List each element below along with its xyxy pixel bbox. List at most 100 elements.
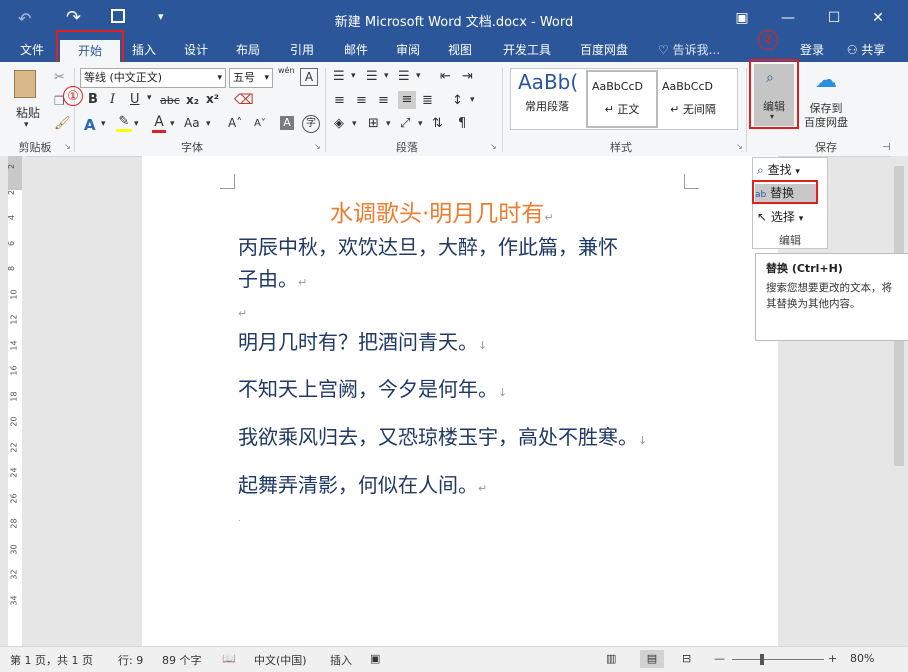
poem-line[interactable]: 子由。↵ — [238, 263, 307, 292]
change-case-button[interactable]: Aa — [184, 116, 200, 130]
document-title[interactable]: 水调歌头·明月几时有↵ — [330, 194, 554, 228]
clear-formatting-icon[interactable]: ⌫ — [234, 92, 254, 108]
shading-icon[interactable]: ◈ — [334, 116, 344, 131]
increase-indent-icon[interactable]: ⇥ — [462, 69, 473, 84]
borders-icon[interactable]: ⊞ — [368, 116, 379, 131]
subscript-button[interactable]: x₂ — [186, 93, 199, 107]
change-case-dropdown-icon[interactable]: ▾ — [206, 119, 211, 129]
chinese-layout-icon[interactable]: ⤢ — [400, 116, 410, 131]
highlight-dropdown-icon[interactable]: ▾ — [134, 119, 139, 129]
style-body-text[interactable]: AaBbCcD ↵ 正文 — [586, 70, 658, 128]
poem-line[interactable]: 明月几时有？把酒问青天。↓ — [238, 326, 487, 355]
font-launcher-icon[interactable]: ↘ — [314, 142, 321, 151]
format-painter-icon[interactable]: 🖌 — [54, 116, 71, 131]
decrease-indent-icon[interactable]: ⇤ — [440, 69, 451, 84]
underline-dropdown-icon[interactable]: ▾ — [147, 93, 152, 103]
strikethrough-button[interactable]: abc — [160, 94, 180, 107]
numbering-icon[interactable]: ☰ — [366, 69, 378, 84]
vertical-scrollbar[interactable] — [890, 156, 908, 646]
maximize-button[interactable]: ☐ — [822, 8, 846, 28]
line-spacing-icon[interactable]: ↕ — [452, 93, 463, 108]
poem-line[interactable]: 起舞弄清影，何似在人间。↵ — [238, 469, 487, 498]
shrink-font-button[interactable]: A˅ — [254, 118, 266, 129]
multilevel-list-icon[interactable]: ☰ — [398, 69, 410, 84]
font-name-select[interactable]: 等线 (中文正文) ▾ — [80, 68, 226, 88]
superscript-button[interactable]: x² — [206, 92, 219, 106]
tell-me-box[interactable]: ♡ 告诉我... — [654, 38, 724, 62]
borders-dropdown-icon[interactable]: ▾ — [386, 119, 391, 129]
chinese-layout-dropdown-icon[interactable]: ▾ — [418, 119, 423, 129]
font-size-select[interactable]: 五号 ▾ — [229, 68, 273, 88]
ribbon-display-options-icon[interactable]: ▣ — [730, 8, 754, 28]
underline-button[interactable]: U — [130, 92, 140, 107]
poem-line[interactable]: 我欲乘风归去，又恐琼楼玉宇，高处不胜寒。↓ — [238, 421, 647, 450]
char-border-icon[interactable]: A — [300, 68, 318, 86]
bold-button[interactable]: B — [88, 92, 98, 107]
font-color-dropdown-icon[interactable]: ▾ — [170, 119, 175, 129]
zoom-in-icon[interactable]: + — [828, 652, 837, 665]
tab-developer[interactable]: 开发工具 — [496, 38, 558, 62]
align-left-icon[interactable]: ≡ — [334, 93, 345, 108]
tab-review[interactable]: 审阅 — [390, 38, 426, 62]
sort-icon[interactable]: ⇅ — [432, 116, 443, 131]
cut-icon[interactable]: ✂ — [54, 70, 65, 85]
styles-launcher-icon[interactable]: ↘ — [736, 142, 743, 151]
justify-icon[interactable]: ≡ — [398, 91, 416, 109]
proofing-icon[interactable]: 📖 — [222, 652, 236, 665]
line-spacing-dropdown-icon[interactable]: ▾ — [470, 95, 475, 105]
zoom-out-icon[interactable]: — — [714, 652, 725, 665]
read-mode-icon[interactable]: ▥ — [606, 652, 616, 665]
tab-design[interactable]: 设计 — [178, 38, 214, 62]
web-layout-icon[interactable]: ⊟ — [682, 652, 691, 665]
macro-record-icon[interactable]: ▣ — [370, 652, 380, 665]
pin-ribbon-icon[interactable]: ⊣ — [882, 142, 891, 153]
bullets-icon[interactable]: ☰ — [333, 69, 345, 84]
zoom-slider-thumb[interactable] — [760, 654, 764, 665]
empty-paragraph[interactable]: ↵ — [238, 298, 247, 322]
tab-layout[interactable]: 布局 — [230, 38, 266, 62]
enclose-characters-icon[interactable]: 字 — [302, 115, 320, 133]
find-menu-item[interactable]: ⌕ 查找 ▾ — [757, 161, 823, 179]
align-center-icon[interactable]: ≡ — [356, 93, 367, 108]
font-color-icon[interactable]: A — [152, 114, 166, 133]
language[interactable]: 中文(中国) — [254, 652, 307, 668]
login-link[interactable]: 登录 — [794, 38, 830, 62]
distributed-align-icon[interactable]: ≣ — [422, 93, 433, 108]
tab-baidu-netdisk[interactable]: 百度网盘 — [574, 38, 634, 62]
save-to-baidu-button[interactable]: 保存到 百度网盘 — [800, 102, 852, 130]
tab-references[interactable]: 引用 — [284, 38, 320, 62]
tab-insert[interactable]: 插入 — [126, 38, 162, 62]
insert-mode[interactable]: 插入 — [330, 652, 352, 668]
style-normal-paragraph[interactable]: AaBb( 常用段落 — [512, 70, 582, 126]
numbering-dropdown-icon[interactable]: ▾ — [384, 71, 389, 81]
page-count[interactable]: 第 1 页，共 1 页 — [10, 652, 93, 668]
text-effects-icon[interactable]: A — [84, 116, 96, 134]
tab-view[interactable]: 视图 — [442, 38, 478, 62]
word-count[interactable]: 89 个字 — [162, 652, 202, 668]
italic-button[interactable]: I — [110, 92, 115, 107]
select-menu-item[interactable]: ↖ 选择 ▾ — [757, 208, 823, 226]
clipboard-launcher-icon[interactable]: ↘ — [64, 142, 71, 151]
tab-mailings[interactable]: 邮件 — [338, 38, 374, 62]
poem-line[interactable]: 不知天上宫阙，今夕是何年。↓ — [238, 373, 507, 402]
phonetic-guide-icon[interactable]: wén — [278, 66, 295, 75]
align-right-icon[interactable]: ≡ — [378, 93, 389, 108]
highlight-color-icon[interactable]: ✎ — [116, 114, 132, 132]
paragraph-launcher-icon[interactable]: ↘ — [490, 142, 497, 151]
bullets-dropdown-icon[interactable]: ▾ — [351, 71, 356, 81]
tab-file[interactable]: 文件 — [12, 38, 52, 62]
paste-button[interactable]: 粘贴 — [8, 104, 48, 121]
char-shading-icon[interactable]: A — [280, 116, 294, 130]
poem-line[interactable]: 丙辰中秋，欢饮达旦，大醉，作此篇，兼怀 — [238, 231, 618, 260]
show-marks-icon[interactable]: ¶ — [458, 116, 466, 131]
grow-font-button[interactable]: A˄ — [228, 116, 242, 130]
style-no-spacing[interactable]: AaBbCcD ↵ 无间隔 — [660, 70, 726, 126]
print-layout-icon[interactable]: ▤ — [640, 650, 664, 668]
vertical-ruler[interactable]: 2 2 4 6 8 10 12 14 16 18 20 22 24 26 28 30 32 34 — [0, 156, 26, 646]
zoom-slider[interactable] — [732, 659, 824, 660]
multilevel-dropdown-icon[interactable]: ▾ — [416, 71, 421, 81]
baidu-netdisk-icon[interactable]: ☁ — [810, 68, 842, 98]
share-button[interactable]: ⚇ 共享 — [836, 38, 896, 62]
text-effects-dropdown-icon[interactable]: ▾ — [101, 119, 106, 129]
shading-dropdown-icon[interactable]: ▾ — [352, 119, 357, 129]
